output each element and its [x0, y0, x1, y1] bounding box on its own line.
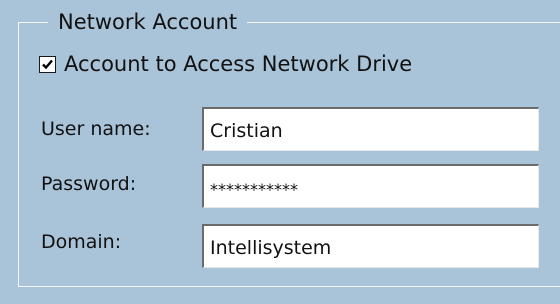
domain-label: Domain:	[41, 231, 122, 253]
network-drive-checkbox-row[interactable]: Account to Access Network Drive	[39, 51, 412, 77]
username-label: User name:	[41, 118, 151, 140]
password-label: Password:	[41, 173, 137, 195]
domain-field[interactable]: Intellisystem	[202, 224, 539, 268]
network-drive-checkbox[interactable]	[39, 55, 56, 73]
checkmark-icon	[42, 59, 53, 69]
password-field[interactable]: ***********	[202, 164, 539, 208]
groupbox-title: Network Account	[48, 9, 248, 35]
username-field[interactable]: Cristian	[202, 107, 539, 151]
network-drive-checkbox-label: Account to Access Network Drive	[64, 52, 413, 76]
